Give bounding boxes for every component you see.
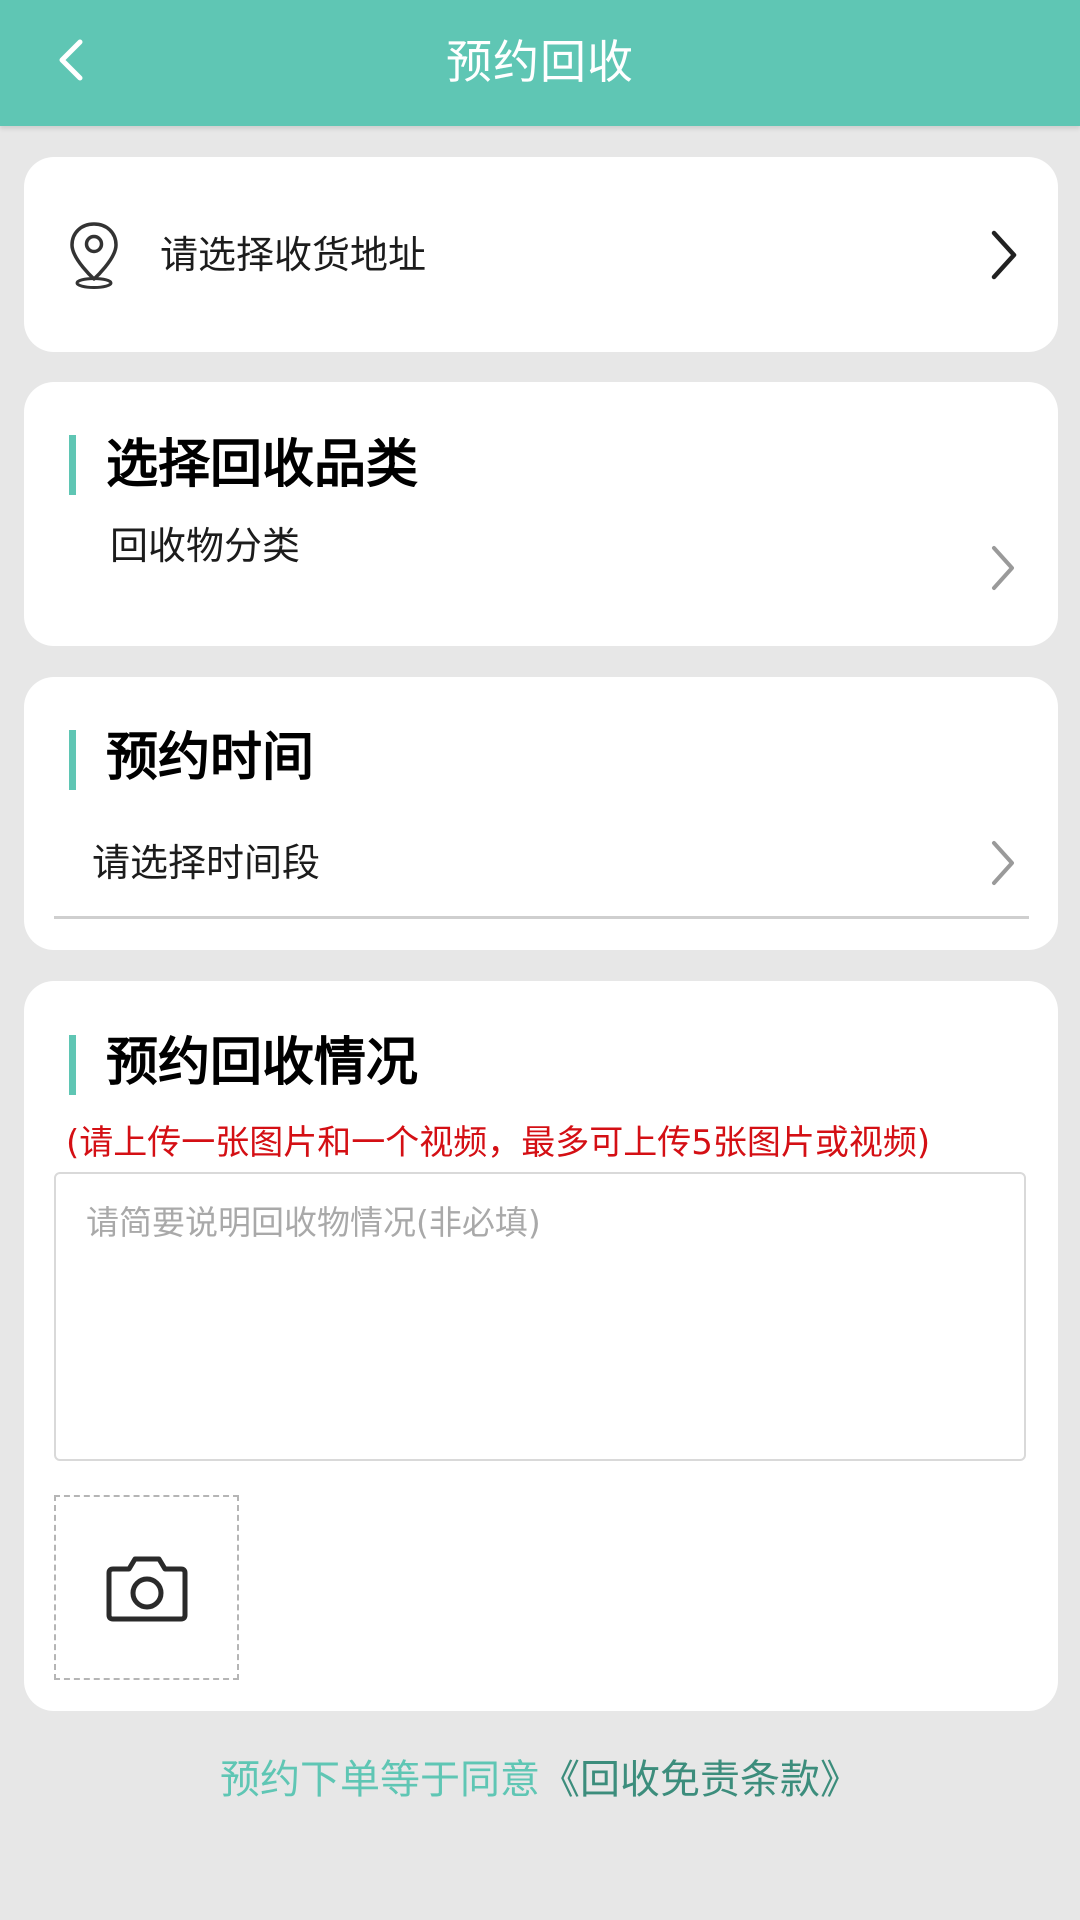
- chevron-right-icon[interactable]: [984, 540, 1024, 596]
- divider: [54, 916, 1029, 919]
- top-app-bar: 预约回收: [0, 0, 1080, 126]
- upload-media-button[interactable]: [54, 1495, 239, 1680]
- time-section: 预约时间 请选择时间段: [24, 677, 1058, 950]
- address-selector[interactable]: 请选择收货地址: [24, 157, 1058, 352]
- location-pin-icon: [70, 222, 118, 289]
- time-slot-selector[interactable]: 请选择时间段: [92, 837, 320, 889]
- category-section-title: 选择回收品类: [106, 435, 419, 495]
- address-placeholder: 请选择收货地址: [160, 233, 427, 277]
- description-textarea-wrapper: [54, 1172, 1026, 1461]
- category-selector-label[interactable]: 回收物分类: [110, 520, 300, 572]
- section-accent-bar: [69, 435, 76, 495]
- upload-notice: (请上传一张图片和一个视频，最多可上传5张图片或视频): [66, 1123, 931, 1163]
- chevron-right-icon[interactable]: [984, 835, 1024, 891]
- agreement-prefix: 预约下单等于同意: [220, 1757, 540, 1803]
- time-section-title: 预约时间: [106, 728, 315, 788]
- description-textarea[interactable]: [56, 1174, 1024, 1459]
- condition-section-title: 预约回收情况: [106, 1033, 419, 1093]
- category-section: 选择回收品类 回收物分类: [24, 382, 1058, 646]
- terms-link[interactable]: 《回收免责条款》: [540, 1757, 860, 1803]
- section-accent-bar: [69, 1035, 76, 1095]
- condition-section: 预约回收情况 (请上传一张图片和一个视频，最多可上传5张图片或视频): [24, 981, 1058, 1711]
- camera-icon: [106, 1556, 187, 1621]
- section-accent-bar: [69, 730, 76, 790]
- agreement-notice: 预约下单等于同意《回收免责条款》: [0, 1752, 1080, 1808]
- page-title: 预约回收: [446, 35, 634, 89]
- chevron-right-icon: [991, 230, 1017, 280]
